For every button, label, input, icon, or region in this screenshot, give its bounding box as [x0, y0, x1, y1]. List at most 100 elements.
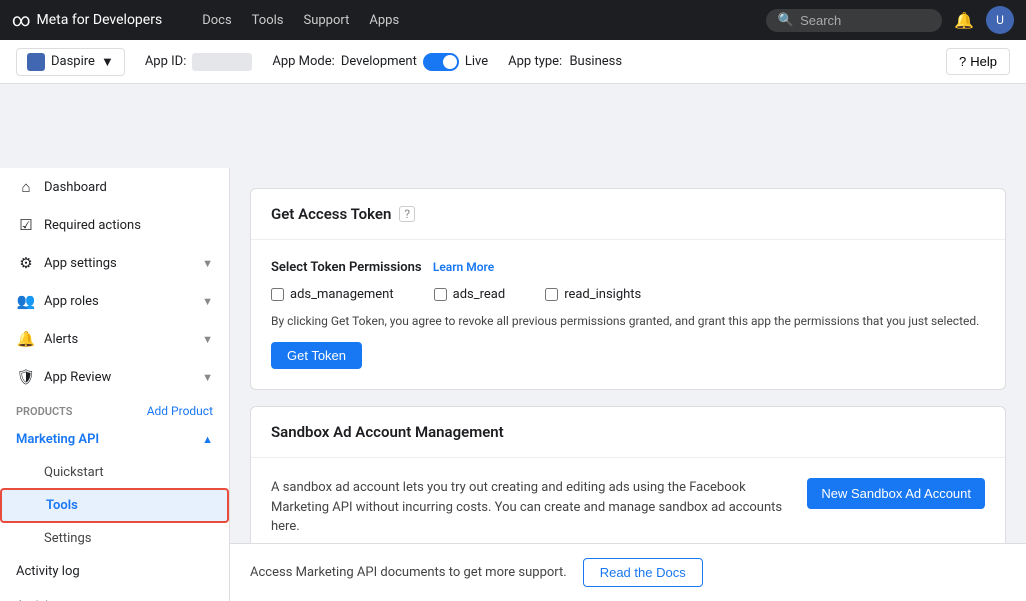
app-mode-toggle[interactable] — [423, 53, 459, 71]
footer-bar: Access Marketing API documents to get mo… — [230, 543, 1026, 601]
chevron-down-icon: ▼ — [101, 54, 114, 70]
sidebar-dashboard-label: Dashboard — [44, 180, 107, 195]
app-icon — [27, 53, 45, 71]
help-icon: ? — [959, 54, 966, 69]
token-card-body: Select Token Permissions Learn More ads_… — [251, 240, 1005, 389]
settings-icon: ⚙ — [16, 254, 36, 272]
add-product-link[interactable]: Add Product — [147, 404, 213, 418]
sidebar-item-activity[interactable]: Activity... — [0, 589, 229, 601]
app-mode-section: App Mode: Development Live — [272, 53, 488, 71]
main-content: Get Access Token ? Select Token Permissi… — [230, 168, 1026, 543]
sidebar-app-settings-label: App settings — [44, 256, 117, 271]
learn-more-link[interactable]: Learn More — [433, 260, 494, 274]
new-sandbox-button[interactable]: New Sandbox Ad Account — [807, 478, 985, 509]
app-mode-live: Live — [465, 54, 488, 69]
logo: ∞ Meta for Developers — [12, 10, 162, 31]
app-name: Daspire — [51, 54, 95, 69]
permissions-title: Select Token Permissions Learn More — [271, 260, 985, 275]
app-id-value — [192, 53, 252, 71]
app-id-section: App ID: — [145, 53, 253, 71]
toggle-knob — [443, 55, 457, 69]
permission-ads-read[interactable]: ads_read — [434, 287, 506, 302]
read-docs-button[interactable]: Read the Docs — [583, 558, 703, 587]
settings-label: Settings — [44, 531, 91, 546]
sidebar-item-app-settings[interactable]: ⚙ App settings ▼ — [0, 244, 229, 282]
content-area: Get Access Token ? Select Token Permissi… — [230, 168, 1026, 601]
app-mode-label: App Mode: — [272, 54, 334, 69]
avatar[interactable]: U — [986, 6, 1014, 34]
sidebar-subitem-settings[interactable]: Settings — [0, 523, 229, 554]
search-input[interactable] — [800, 13, 930, 28]
chevron-up-icon: ▲ — [202, 433, 213, 446]
sidebar-item-app-roles[interactable]: 👥 App roles ▼ — [0, 282, 229, 320]
sidebar-subitem-tools[interactable]: Tools — [0, 488, 229, 523]
nav-tools[interactable]: Tools — [252, 13, 284, 28]
dashboard-icon: ⌂ — [16, 178, 36, 196]
marketing-api-label: Marketing API — [16, 432, 99, 447]
alerts-icon: 🔔 — [16, 330, 36, 348]
sandbox-description: A sandbox ad account lets you try out cr… — [271, 478, 787, 537]
top-nav-right: 🔍 🔔 U — [766, 6, 1014, 34]
permission-ads-management[interactable]: ads_management — [271, 287, 394, 302]
search-icon: 🔍 — [778, 13, 794, 28]
ads-read-label: ads_read — [453, 287, 506, 302]
app-selector[interactable]: Daspire ▼ — [16, 48, 125, 76]
logo-text: Meta for Developers — [37, 12, 163, 28]
app-review-icon: 🛡 — [16, 368, 36, 386]
top-nav-links: Docs Tools Support Apps — [202, 13, 399, 28]
app-roles-icon: 👥 — [16, 292, 36, 310]
app-type-label: App type: — [508, 54, 562, 69]
token-help-icon[interactable]: ? — [399, 206, 415, 222]
sidebar-app-roles-label: App roles — [44, 294, 99, 309]
sidebar-item-alerts[interactable]: 🔔 Alerts ▼ — [0, 320, 229, 358]
permissions-title-text: Select Token Permissions — [271, 260, 422, 275]
permissions-row: ads_management ads_read read_insights — [271, 287, 985, 302]
sidebar-item-marketing-api[interactable]: Marketing API ▲ — [0, 422, 229, 457]
chevron-down-icon: ▼ — [202, 333, 213, 346]
sidebar-item-app-review[interactable]: 🛡 App Review ▼ — [0, 358, 229, 396]
nav-docs[interactable]: Docs — [202, 13, 231, 28]
nav-apps[interactable]: Apps — [369, 13, 399, 28]
sidebar-item-dashboard[interactable]: ⌂ Dashboard — [0, 168, 229, 206]
permission-read-insights[interactable]: read_insights — [545, 287, 641, 302]
ads-read-checkbox[interactable] — [434, 288, 447, 301]
get-token-button[interactable]: Get Token — [271, 342, 362, 369]
chevron-down-icon: ▼ — [202, 371, 213, 384]
app-type-value: Business — [569, 54, 622, 69]
sidebar-item-activity-log[interactable]: Activity log — [0, 554, 229, 589]
permissions-note: By clicking Get Token, you agree to revo… — [271, 314, 985, 328]
sidebar-required-actions-label: Required actions — [44, 218, 141, 233]
read-insights-label: read_insights — [564, 287, 641, 302]
required-actions-icon: ☑ — [16, 216, 36, 234]
token-card: Get Access Token ? Select Token Permissi… — [250, 188, 1006, 390]
sidebar-subitem-quickstart[interactable]: Quickstart — [0, 457, 229, 488]
sidebar: ⌂ Dashboard ☑ Required actions ⚙ App set… — [0, 168, 230, 601]
meta-logo-icon: ∞ — [12, 10, 31, 31]
sandbox-card-header: Sandbox Ad Account Management — [251, 407, 1005, 458]
top-nav: ∞ Meta for Developers Docs Tools Support… — [0, 0, 1026, 40]
footer-text: Access Marketing API documents to get mo… — [250, 565, 567, 580]
token-card-title: Get Access Token — [271, 205, 391, 223]
sidebar-app-review-label: App Review — [44, 370, 111, 385]
sidebar-alerts-label: Alerts — [44, 332, 78, 347]
app-id-label: App ID: — [145, 54, 187, 69]
sandbox-text: A sandbox ad account lets you try out cr… — [271, 478, 787, 543]
app-mode-value: Development — [341, 54, 417, 69]
subheader: Daspire ▼ App ID: App Mode: Development … — [0, 40, 1026, 84]
bell-icon[interactable]: 🔔 — [954, 11, 974, 30]
help-button[interactable]: ? Help — [946, 48, 1010, 75]
products-label: Products — [16, 405, 72, 418]
search-bar[interactable]: 🔍 — [766, 9, 942, 32]
tools-label: Tools — [46, 498, 78, 513]
quickstart-label: Quickstart — [44, 465, 104, 480]
ads-management-label: ads_management — [290, 287, 394, 302]
sandbox-card: Sandbox Ad Account Management A sandbox … — [250, 406, 1006, 543]
sidebar-item-required-actions[interactable]: ☑ Required actions — [0, 206, 229, 244]
activity-log-label: Activity log — [16, 564, 80, 579]
help-label: Help — [970, 54, 997, 69]
app-type-section: App type: Business — [508, 54, 622, 69]
nav-support[interactable]: Support — [303, 13, 349, 28]
read-insights-checkbox[interactable] — [545, 288, 558, 301]
sandbox-card-title: Sandbox Ad Account Management — [271, 423, 504, 441]
ads-management-checkbox[interactable] — [271, 288, 284, 301]
